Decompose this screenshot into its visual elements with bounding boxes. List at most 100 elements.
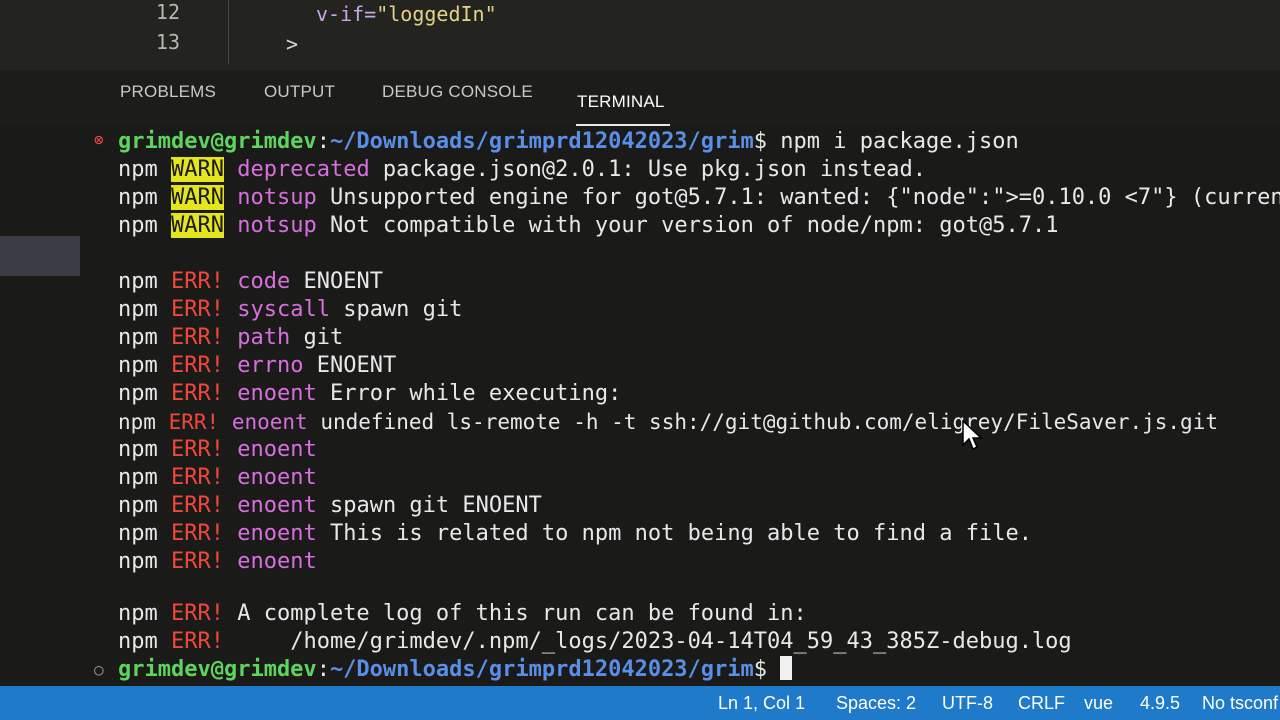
log-path[interactable]: /home/grimdev/.npm/_logs/2023-04-14T04_5… (224, 629, 1071, 654)
terminal-err-line: npm ERR! enoent This is related to npm n… (118, 520, 1032, 548)
err-tag: ERR! (171, 493, 224, 518)
prompt-user: grimdev@grimdev (118, 657, 317, 682)
err-message: spawn git ENOENT (316, 493, 542, 518)
terminal-err-line: npm ERR! syscall spawn git (118, 296, 462, 324)
terminal-err-line: npm ERR! code ENOENT (118, 268, 383, 296)
prompt-dollar: $ (753, 129, 768, 154)
eol-setting[interactable]: CRLF (1018, 690, 1065, 716)
err-keyword: enoent (237, 381, 317, 406)
error-circle-icon: ⊗ (94, 130, 104, 149)
err-tag: ERR! (171, 325, 224, 350)
code-line: > (286, 32, 299, 56)
npm-prefix: npm (118, 325, 158, 350)
npm-prefix: npm (118, 437, 158, 462)
text-cursor (780, 656, 793, 680)
npm-prefix: npm (118, 185, 158, 210)
log-message: A complete log of this run can be found … (223, 601, 807, 626)
err-tag: ERR! (168, 410, 220, 434)
npm-prefix: npm (118, 601, 158, 626)
npm-prefix: npm (118, 629, 158, 654)
npm-prefix: npm (118, 353, 158, 378)
err-tag: ERR! (171, 601, 224, 626)
err-keyword: enoent (237, 493, 317, 518)
prompt-path: ~/Downloads/grimprd12042023/grim (329, 129, 754, 154)
terminal-err-line: npm ERR! enoent Error while executing: (118, 380, 621, 408)
err-keyword: syscall (237, 297, 330, 322)
err-tag: ERR! (171, 437, 224, 462)
terminal-err-line: npm ERR! enoent (118, 464, 317, 492)
npm-prefix: npm (118, 549, 158, 574)
warn-tag: WARN (171, 157, 224, 182)
indent-guide (228, 0, 229, 64)
warn-message: Not compatible with your version of node… (316, 213, 1059, 238)
prompt-user: grimdev@grimdev (118, 129, 317, 154)
err-tag: ERR! (171, 381, 224, 406)
npm-prefix: npm (118, 157, 158, 182)
warn-tag: WARN (171, 185, 224, 210)
err-message: spawn git (329, 297, 463, 322)
terminal-err-line: npm ERR! enoent (118, 548, 317, 576)
warn-keyword: deprecated (237, 157, 370, 182)
language-mode[interactable]: vue (1084, 690, 1113, 716)
npm-prefix: npm (118, 381, 158, 406)
err-tag: ERR! (171, 549, 224, 574)
err-message: Error while executing: (316, 381, 622, 406)
err-tag: ERR! (171, 629, 224, 654)
terminal-log-line: npm ERR! /home/grimdev/.npm/_logs/2023-0… (118, 628, 1072, 656)
err-keyword: code (237, 269, 291, 294)
prompt-separator: : (316, 657, 330, 682)
warn-message: Unsupported engine for got@5.7.1: wanted… (316, 185, 1280, 210)
terminal-err-line: npm ERR! path git (118, 324, 343, 352)
tab-terminal[interactable]: TERMINAL (577, 92, 665, 112)
err-keyword: enoent (237, 465, 317, 490)
err-keyword: enoent (237, 437, 317, 462)
cursor-position[interactable]: Ln 1, Col 1 (718, 690, 805, 716)
err-keyword: enoent (231, 410, 308, 434)
terminal-command-line: grimdev@grimdev:~/Downloads/grimprd12042… (118, 128, 1019, 156)
terminal-warn-line: npm WARN deprecated package.json@2.0.1: … (118, 156, 926, 184)
warn-keyword: notsup (237, 185, 317, 210)
tsconfig-status[interactable]: No tsconf (1202, 690, 1280, 716)
err-tag: ERR! (171, 521, 224, 546)
circle-outline-icon: ○ (94, 660, 104, 679)
npm-prefix: npm (118, 521, 158, 546)
line-number: 12 (155, 0, 180, 24)
err-message: ENOENT (290, 269, 383, 294)
line-number: 13 (155, 30, 180, 54)
warn-message: package.json@2.0.1: Use pkg.json instead… (369, 157, 926, 182)
encoding-setting[interactable]: UTF-8 (942, 690, 993, 716)
err-message: git (290, 325, 344, 350)
prompt-separator: : (316, 129, 330, 154)
tab-output[interactable]: OUTPUT (264, 82, 335, 102)
err-keyword: path (237, 325, 291, 350)
err-message: undefined ls-remote -h -t ssh://git@gith… (307, 410, 1218, 434)
npm-prefix: npm (118, 213, 158, 238)
command-text: npm i package.json (767, 129, 1019, 154)
indentation-setting[interactable]: Spaces: 2 (836, 690, 916, 716)
terminal-err-line: npm ERR! enoent undefined ls-remote -h -… (118, 408, 1218, 436)
tab-debug-console[interactable]: DEBUG CONSOLE (382, 82, 533, 102)
sidebar-highlight (0, 236, 80, 276)
terminal-warn-line: npm WARN notsup Not compatible with your… (118, 212, 1058, 240)
err-message: ENOENT (303, 353, 397, 378)
err-tag: ERR! (171, 353, 224, 378)
prompt-path: ~/Downloads/grimprd12042023/grim (329, 657, 754, 682)
tab-problems[interactable]: PROBLEMS (120, 82, 216, 102)
npm-prefix: npm (118, 269, 158, 294)
ts-version[interactable]: 4.9.5 (1140, 690, 1180, 716)
npm-prefix: npm (118, 465, 158, 490)
err-tag: ERR! (171, 297, 224, 322)
terminal-err-line: npm ERR! enoent (118, 436, 317, 464)
terminal-log-line: npm ERR! A complete log of this run can … (118, 600, 807, 628)
err-keyword: enoent (237, 549, 317, 574)
terminal-prompt-line[interactable]: grimdev@grimdev:~/Downloads/grimprd12042… (118, 656, 793, 684)
warn-tag: WARN (171, 213, 224, 238)
code-line: v-if="loggedIn" (316, 2, 497, 26)
terminal-warn-line: npm WARN notsup Unsupported engine for g… (118, 184, 1280, 212)
err-tag: ERR! (171, 269, 224, 294)
code-editor[interactable]: 12 v-if="loggedIn" 13 > (0, 0, 1280, 71)
terminal-err-line: npm ERR! errno ENOENT (118, 352, 396, 380)
npm-prefix: npm (118, 297, 158, 322)
mouse-pointer-icon (962, 419, 984, 456)
prompt-dollar: $ (753, 657, 768, 682)
